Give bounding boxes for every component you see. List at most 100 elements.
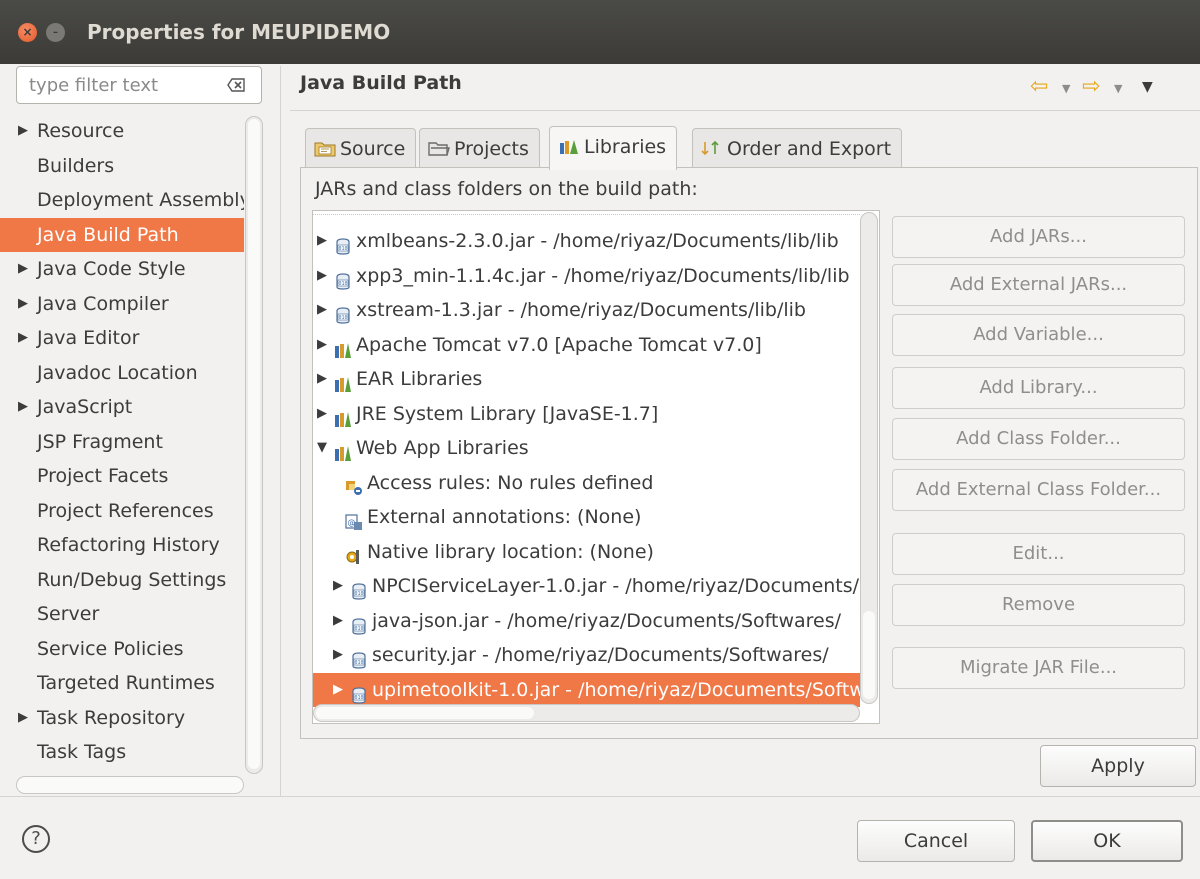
nav-item[interactable]: Java Build Path (0, 217, 244, 252)
tree-horizontal-scroll-thumb[interactable] (316, 707, 534, 719)
page-title: Java Build Path (300, 72, 462, 94)
expand-arrow-icon[interactable]: ▶ (333, 638, 343, 672)
tab-libraries[interactable]: Libraries (549, 126, 678, 170)
cancel-button[interactable]: Cancel (857, 820, 1015, 862)
expand-arrow-icon[interactable]: ▶ (18, 114, 28, 148)
ok-button[interactable]: OK (1031, 820, 1183, 862)
library-row[interactable]: ▶ 010 xstream-1.3.jar - /home/riyaz/Docume… (313, 293, 860, 327)
library-row[interactable]: ▶ 010 xpp3_min-1.1.4c.jar - /home/riyaz/Do… (313, 259, 860, 293)
library-row[interactable]: ▶ 010 security.jar - /home/riyaz/Documents… (313, 638, 860, 672)
jar-icon: 010 (350, 646, 368, 669)
nav-item[interactable]: Task Tags (0, 735, 244, 769)
expand-arrow-icon[interactable]: ▶ (317, 328, 327, 362)
nav-item[interactable]: Javadoc Location (0, 356, 244, 390)
nav-item[interactable]: Targeted Runtimes (0, 666, 244, 700)
library-row[interactable]: ▶ Apache Tomcat v7.0 [Apache Tomcat v7.0] (313, 328, 860, 362)
add-external-class-folder-button[interactable]: Add External Class Folder... (892, 469, 1185, 511)
expand-arrow-icon[interactable]: ▶ (333, 673, 343, 707)
help-icon[interactable]: ? (22, 825, 50, 853)
expand-arrow-icon[interactable]: ▶ (18, 252, 28, 286)
remove-button[interactable]: Remove (892, 584, 1185, 626)
nav-item[interactable]: Project References (0, 494, 244, 528)
expand-arrow-icon[interactable]: ▶ (18, 321, 28, 355)
nav-item[interactable]: Run/Debug Settings (0, 563, 244, 597)
library-row[interactable]: ▼ Web App Libraries (313, 431, 860, 465)
library-row-label: xstream-1.3.jar - /home/riyaz/Documents/… (356, 299, 806, 321)
collapse-arrow-icon[interactable]: ▼ (317, 431, 327, 465)
nav-item-label: Run/Debug Settings (37, 568, 227, 591)
library-row-label: Web App Libraries (356, 437, 529, 459)
nav-item[interactable]: Service Policies (0, 632, 244, 666)
nav-vertical-scrollbar[interactable] (245, 116, 263, 774)
expand-arrow-icon[interactable]: ▶ (317, 224, 327, 258)
nav-item-label: Java Code Style (37, 258, 186, 280)
expand-arrow-icon[interactable]: ▶ (18, 287, 28, 321)
library-row[interactable]: ▶ 010 NPCIServiceLayer-1.0.jar - /home/riy… (313, 569, 860, 603)
expand-arrow-icon[interactable]: ▶ (18, 390, 28, 424)
nav-item[interactable]: Project Facets (0, 459, 244, 493)
nav-horizontal-scrollbar[interactable] (16, 776, 244, 794)
library-row[interactable]: Native library location: (None) (313, 535, 860, 569)
close-window-button[interactable]: × (18, 23, 37, 42)
tree-vertical-scrollbar[interactable] (860, 212, 878, 704)
pane-divider[interactable] (280, 66, 281, 796)
filter-input[interactable] (27, 71, 217, 99)
migrate-jar-button[interactable]: Migrate JAR File... (892, 647, 1185, 689)
add-jars-button[interactable]: Add JARs... (892, 216, 1185, 258)
expand-arrow-icon[interactable]: ▶ (333, 604, 343, 638)
nav-item-label: Deployment Assembly (37, 189, 244, 211)
tree-vertical-scroll-thumb[interactable] (863, 611, 875, 699)
library-row[interactable]: ▶ EAR Libraries (313, 362, 860, 396)
nav-item[interactable]: Deployment Assembly (0, 183, 244, 217)
apply-button[interactable]: Apply (1040, 745, 1196, 787)
nav-item[interactable]: ▶ Java Code Style (0, 252, 244, 286)
filter-field[interactable] (16, 66, 262, 104)
nav-item[interactable]: Server (0, 597, 244, 631)
forward-dropdown-icon[interactable]: ▼ (1114, 82, 1122, 95)
tab-order-and-export[interactable]: Order and Export (692, 128, 903, 168)
library-row-label: Native library location: (None) (367, 540, 654, 563)
back-dropdown-icon[interactable]: ▼ (1062, 82, 1070, 95)
add-class-folder-button[interactable]: Add Class Folder... (892, 418, 1185, 460)
library-row[interactable]: ▶ 010 upimetoolkit-1.0.jar - /home/riyaz/D… (313, 672, 860, 707)
nav-item[interactable]: Refactoring History (0, 528, 244, 562)
tree-horizontal-scrollbar[interactable] (313, 704, 860, 722)
add-library-button[interactable]: Add Library... (892, 367, 1185, 409)
nav-item[interactable]: ▶ Java Compiler (0, 287, 244, 321)
back-arrow-icon[interactable]: ⇦ (1030, 74, 1048, 99)
add-variable-button[interactable]: Add Variable... (892, 314, 1185, 356)
edit-button[interactable]: Edit... (892, 533, 1185, 575)
view-menu-icon[interactable]: ▼ (1142, 79, 1153, 95)
tab-source[interactable]: Source (305, 128, 417, 168)
library-row[interactable]: @ External annotations: (None) (313, 500, 860, 534)
library-row[interactable]: ▶ 010 java-json.jar - /home/riyaz/Document… (313, 604, 860, 638)
nav-item[interactable]: JSP Fragment (0, 425, 244, 459)
library-row[interactable]: ▶ JRE System Library [JavaSE-1.7] (313, 397, 860, 431)
nav-item-label: Refactoring History (37, 534, 220, 556)
jar-icon: 010 (334, 267, 352, 290)
expand-arrow-icon[interactable]: ▶ (18, 701, 28, 735)
nav-item[interactable]: ▶ Task Repository (0, 701, 244, 735)
nav-item[interactable]: ▶ Java Editor (0, 321, 244, 355)
nav-item[interactable]: Builders (0, 149, 244, 183)
library-row-label: JRE System Library [JavaSE-1.7] (356, 402, 659, 425)
nav-vertical-scroll-thumb[interactable] (248, 119, 260, 769)
forward-arrow-icon[interactable]: ⇨ (1082, 74, 1100, 99)
library-icon (334, 370, 352, 392)
minimize-window-button[interactable]: – (46, 23, 65, 42)
tab-projects[interactable]: Projects (419, 128, 540, 168)
library-row[interactable]: Access rules: No rules defined (313, 466, 860, 500)
build-path-tree[interactable]: ▶ 010 xmlbeans-2.3.0.jar - /home/riyaz/Doc… (312, 210, 880, 724)
add-external-jars-button[interactable]: Add External JARs... (892, 264, 1185, 306)
expand-arrow-icon[interactable]: ▶ (317, 293, 327, 327)
expand-arrow-icon[interactable]: ▶ (333, 569, 343, 603)
library-row[interactable]: ▶ 010 xmlbeans-2.3.0.jar - /home/riyaz/Doc… (313, 224, 860, 258)
nav-item[interactable]: ▶ JavaScript (0, 390, 244, 424)
annotations-icon: @ (345, 508, 363, 530)
nav-item-label: Project References (37, 499, 214, 522)
expand-arrow-icon[interactable]: ▶ (317, 362, 327, 396)
expand-arrow-icon[interactable]: ▶ (317, 397, 327, 431)
expand-arrow-icon[interactable]: ▶ (317, 259, 327, 293)
nav-item[interactable]: ▶ Resource (0, 114, 244, 148)
clear-filter-icon[interactable] (227, 78, 245, 92)
